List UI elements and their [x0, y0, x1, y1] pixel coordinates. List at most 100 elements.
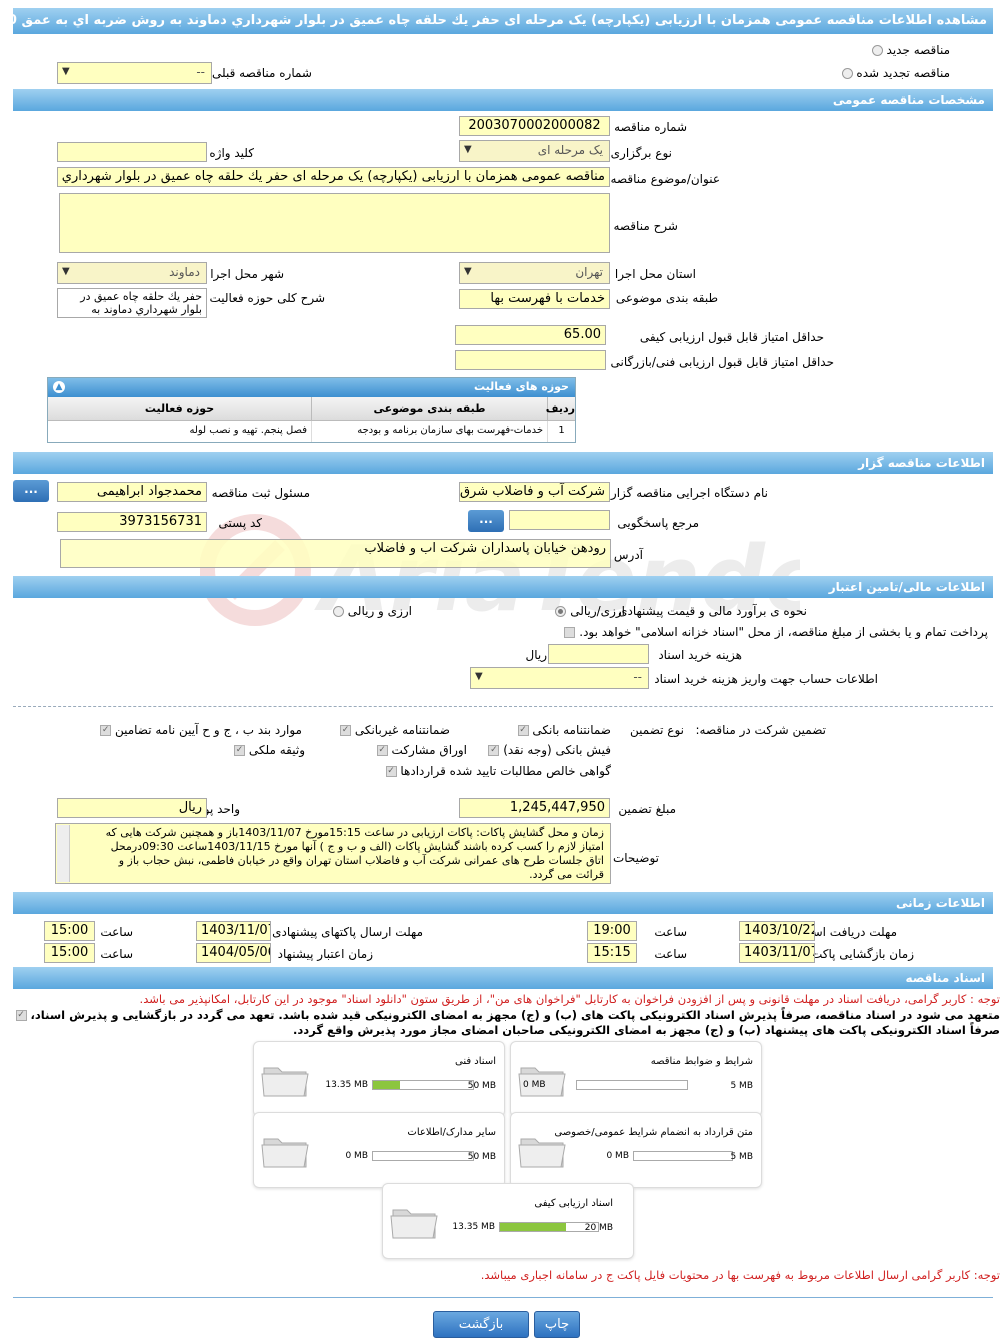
- collapse-icon[interactable]: ▲: [53, 381, 65, 393]
- islamic-checkbox[interactable]: پرداخت تمام و یا بخشی از مبلغ مناقصه، از…: [561, 625, 988, 639]
- th-activity: حوزه فعالیت: [144, 402, 215, 415]
- city-label: شهر محل اجرا: [210, 267, 284, 281]
- radio-rial-icon[interactable]: [555, 606, 567, 617]
- resp-field[interactable]: محمدجواد ابراهیمی: [57, 482, 207, 502]
- number-label: شماره مناقصه: [614, 120, 687, 134]
- prev-number-select[interactable]: -- ▼: [57, 62, 212, 84]
- file-name: سایر مدارک/اطلاعات: [407, 1127, 496, 1138]
- unit-field[interactable]: ریال: [57, 798, 207, 818]
- resp-lookup-button[interactable]: ...: [13, 480, 49, 502]
- file-progress: [633, 1151, 733, 1161]
- folder-icon: [390, 1209, 438, 1239]
- docs-section-header: اسناد مناقصه: [13, 967, 993, 989]
- docs-commitment: متعهد می شود در اسناد مناقصه، صرفاً پذیر…: [15, 1008, 1000, 1022]
- amount-field[interactable]: 1,245,447,950: [459, 798, 610, 818]
- file-progress: [372, 1151, 474, 1161]
- postal-label: کد پستی: [218, 516, 263, 530]
- doc-cost-field[interactable]: [548, 644, 649, 664]
- ref-lookup-button[interactable]: ...: [468, 510, 504, 532]
- cell-category: خدمات-فهرست بهای سازمان برنامه و بودجه: [311, 421, 547, 442]
- radio-renewed-icon[interactable]: [841, 68, 853, 79]
- radio-new[interactable]: مناقصه جدید: [869, 43, 950, 57]
- file-progress: [372, 1080, 474, 1090]
- folder-icon: [261, 1138, 309, 1168]
- file-card[interactable]: متن قرارداد به انضمام شرایط عمومی/خصوصی …: [510, 1112, 762, 1188]
- file-name: اسناد ارزیابی کیفی: [534, 1198, 613, 1209]
- checkbox-icon: ✓: [234, 745, 246, 756]
- guarantee-item: وثیقه ملکی ✓: [234, 743, 305, 757]
- account-label: اطلاعات حساب جهت واریز هزینه خرید اسناد: [654, 672, 878, 686]
- notes-label: توضیحات: [612, 851, 659, 865]
- file-progress-fill: [500, 1223, 566, 1231]
- notes-field[interactable]: زمان و محل گشایش پاکات: پاکات ارزیابی در…: [55, 823, 611, 884]
- desc-field[interactable]: [59, 193, 610, 253]
- ref-field[interactable]: [509, 510, 610, 530]
- scrollbar[interactable]: [57, 825, 70, 882]
- receive-time-field[interactable]: 19:00: [587, 921, 637, 941]
- open-date-field[interactable]: 1403/11/07: [739, 943, 815, 963]
- number-field[interactable]: 2003070002000082: [459, 116, 610, 136]
- file-name: شرایط و ضوابط مناقصه: [650, 1056, 753, 1067]
- receive-date-field[interactable]: 1403/10/22: [739, 921, 815, 941]
- th-row: ردیف: [546, 397, 575, 420]
- back-button[interactable]: بازگشت: [433, 1311, 529, 1338]
- desc-label: شرح مناقصه: [613, 219, 678, 233]
- postal-field[interactable]: 3973156731: [57, 512, 207, 532]
- file-card[interactable]: اسناد ارزیابی کیفی 20 MB 13.35 MB: [382, 1183, 634, 1259]
- radio-renewed[interactable]: مناقصه تجدید شده: [839, 66, 950, 80]
- chevron-down-icon: ▼: [62, 66, 70, 77]
- radio-currency-rial[interactable]: ارزی و ریالی: [330, 604, 412, 618]
- notes-line: قرائت می گردد.: [529, 868, 604, 881]
- activity-field[interactable]: حفر يك حلقه چاه عمیق در بلوار شهرداري دم…: [57, 288, 207, 318]
- radio-new-icon[interactable]: [871, 45, 883, 56]
- radio-currency-rial-icon[interactable]: [332, 606, 344, 617]
- checkbox-icon: ✓: [376, 745, 388, 756]
- radio-rial[interactable]: ارزی/ریالی: [552, 604, 625, 618]
- checkbox-icon: ✓: [517, 725, 529, 736]
- valid-time-field[interactable]: 15:00: [44, 943, 95, 963]
- keyword-field[interactable]: [57, 142, 207, 162]
- activity-table-title: حوزه های فعالیت ▲: [48, 378, 575, 397]
- send-date-field[interactable]: 1403/11/07: [196, 921, 271, 941]
- org-field[interactable]: شرکت آب و فاضلاب شرق استان تهران: [459, 482, 610, 502]
- time-label: ساعت: [654, 925, 687, 939]
- min-quality-field[interactable]: 65.00: [455, 325, 606, 345]
- category-label: طبقه بندی موضوعی: [615, 291, 718, 305]
- min-tech-field[interactable]: [455, 350, 606, 370]
- time-label: ساعت: [100, 947, 133, 961]
- docs-commitment-2: صرفاً اسناد الکترونیکی پاکت های پیشنهاد …: [293, 1023, 1000, 1037]
- keyword-label: کلید واژه: [209, 146, 254, 160]
- file-card[interactable]: شرایط و ضوابط مناقصه 5 MB 0 MB: [510, 1041, 762, 1117]
- print-button[interactable]: چاپ: [534, 1311, 580, 1338]
- guarantee-item: ضمانتنامه غیربانکی ✓: [339, 723, 450, 737]
- page-title: مشاهده اطلاعات مناقصه عمومی همزمان با ار…: [13, 8, 993, 34]
- chevron-down-icon: ▼: [464, 266, 472, 277]
- th-category: طبقه بندی موضوعی: [311, 397, 547, 420]
- file-max: 20 MB: [584, 1223, 613, 1233]
- province-select[interactable]: تهران ▼: [459, 262, 610, 284]
- category-field[interactable]: خدمات با فهرست بها: [459, 289, 610, 309]
- time-label: ساعت: [100, 925, 133, 939]
- checkbox-icon: ✓: [339, 725, 351, 736]
- city-select[interactable]: دماوند ▼: [57, 262, 207, 284]
- estimate-label: نحوه ی برآورد مالی و قیمت پیشنهادی: [618, 604, 807, 618]
- activity-label: شرح کلی حوزه فعالیت: [209, 291, 326, 305]
- subject-field[interactable]: مناقصه عمومی همزمان با ارزیابی (یکپارچه)…: [57, 167, 610, 187]
- notes-line: امتیاز لازم را کسب کرده باشند گشایش پاکا…: [110, 840, 604, 853]
- prev-number-label: شماره مناقصه قبلی: [212, 66, 312, 80]
- file-card[interactable]: اسناد فنی 50 MB 13.35 MB: [253, 1041, 505, 1117]
- address-field[interactable]: رودهن خیابان پاسداران شرکت اب و فاضلاب: [60, 539, 611, 568]
- docs-note: توجه : کاربر گرامی، دریافت اسناد در مهلت…: [139, 992, 1000, 1006]
- type-select[interactable]: یک مرحله ای ▼: [459, 140, 610, 162]
- file-max: 50 MB: [467, 1152, 496, 1162]
- send-time-field[interactable]: 15:00: [44, 921, 95, 941]
- open-time-field[interactable]: 15:15: [587, 943, 637, 963]
- checkbox-icon: ✓: [15, 1010, 27, 1021]
- account-select[interactable]: -- ▼: [470, 667, 649, 689]
- valid-date-field[interactable]: 1404/05/06: [196, 943, 271, 963]
- file-max: 50 MB: [467, 1081, 496, 1091]
- table-row: 1 خدمات-فهرست بهای سازمان برنامه و بودجه…: [48, 421, 575, 442]
- checkbox-icon[interactable]: [564, 627, 576, 638]
- type-label: نوع برگزاری: [610, 146, 672, 160]
- file-card[interactable]: سایر مدارک/اطلاعات 50 MB 0 MB: [253, 1112, 505, 1188]
